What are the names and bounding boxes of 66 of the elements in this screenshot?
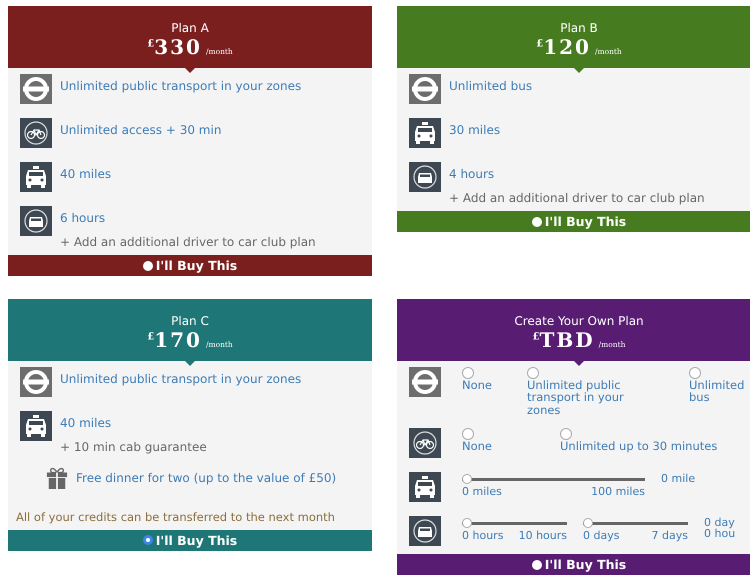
slider-min-label: 0 miles — [462, 485, 502, 498]
option-label: None — [462, 378, 492, 392]
footnote-text: All of your credits can be transferred to the next month — [16, 510, 336, 524]
radio-button[interactable] — [142, 535, 153, 546]
gift-icon — [46, 466, 68, 490]
slider-min-label: 0 hours — [462, 529, 504, 542]
slider-max-label: 100 miles — [591, 485, 645, 498]
feature-note: + Add an additional driver to car club plan — [60, 235, 316, 249]
feature-text: 4 hours — [449, 166, 496, 182]
plan-title: Plan A — [171, 21, 209, 35]
feature-text: Free dinner for two (up to the value of £50) — [76, 470, 336, 486]
plan-price: $^{£}$170 — [147, 328, 202, 352]
slider-handle[interactable] — [462, 474, 472, 484]
roundel-icon — [409, 366, 441, 397]
buy-button[interactable]: I'll Buy This — [8, 530, 372, 551]
feature-text: 40 miles — [60, 166, 112, 182]
car-cycle-icon — [409, 162, 441, 192]
slider-reading: 0 mile — [661, 473, 696, 484]
plan-price: $^{£}$120 — [536, 35, 591, 59]
slider-reading: 0 hou — [704, 528, 736, 540]
car-front-icon — [20, 162, 52, 192]
radio-button[interactable] — [560, 428, 572, 440]
radio-button[interactable] — [142, 260, 153, 270]
slider-max-label: 10 hours — [518, 529, 567, 542]
feature-note: + Add an additional driver to car club plan — [449, 191, 705, 205]
car-cycle-icon — [20, 206, 52, 236]
buy-button[interactable]: I'll Buy This — [8, 255, 372, 276]
plan-price: $^{£}$330 — [147, 35, 202, 59]
roundel-icon — [20, 366, 52, 397]
buy-button[interactable]: I'll Buy This — [397, 554, 750, 576]
car-front-icon — [409, 472, 441, 502]
feature-text: 40 miles — [60, 414, 112, 431]
plan-title: Create Your Own Plan — [514, 314, 644, 328]
plan-price: $^{£}$TBD — [532, 328, 595, 352]
option-label: Unlimited bus — [689, 378, 746, 404]
feature-text: Unlimited public transport in your zones — [60, 370, 302, 387]
radio-button[interactable] — [532, 560, 542, 570]
car-front-icon — [20, 410, 52, 441]
feature-text: Unlimited bus — [449, 78, 532, 94]
bicycle-icon — [20, 118, 52, 148]
slider-min-label: 0 days — [583, 529, 620, 542]
option-label: None — [462, 440, 492, 453]
feature-text: Unlimited public transport in your zones — [60, 78, 302, 94]
slider-handle[interactable] — [583, 518, 593, 528]
car-front-icon — [409, 118, 441, 148]
roundel-icon — [20, 74, 52, 104]
feature-note: + 10 min cab guarantee — [60, 440, 207, 454]
feature-text: 30 miles — [449, 122, 500, 138]
buy-button[interactable]: I'll Buy This — [397, 211, 750, 232]
roundel-icon — [409, 74, 441, 104]
slider-reading: 0 day — [704, 517, 736, 528]
radio-button[interactable] — [532, 216, 542, 226]
feature-text: 6 hours — [60, 210, 106, 226]
slider-handle[interactable] — [462, 518, 472, 528]
plan-title: Plan C — [171, 314, 209, 328]
option-label: Unlimited up to 30 minutes — [560, 440, 718, 453]
radio-button[interactable] — [527, 366, 539, 379]
radio-button[interactable] — [462, 428, 474, 440]
option-label: Unlimited public transport in your zones — [527, 378, 625, 416]
feature-text: Unlimited access + 30 min — [60, 122, 222, 138]
plan-title: Plan B — [560, 21, 598, 35]
car-cycle-icon — [409, 516, 441, 546]
slider-max-label: 7 days — [652, 529, 688, 542]
radio-button[interactable] — [462, 366, 474, 379]
radio-button[interactable] — [689, 366, 701, 379]
bicycle-icon — [409, 428, 441, 458]
